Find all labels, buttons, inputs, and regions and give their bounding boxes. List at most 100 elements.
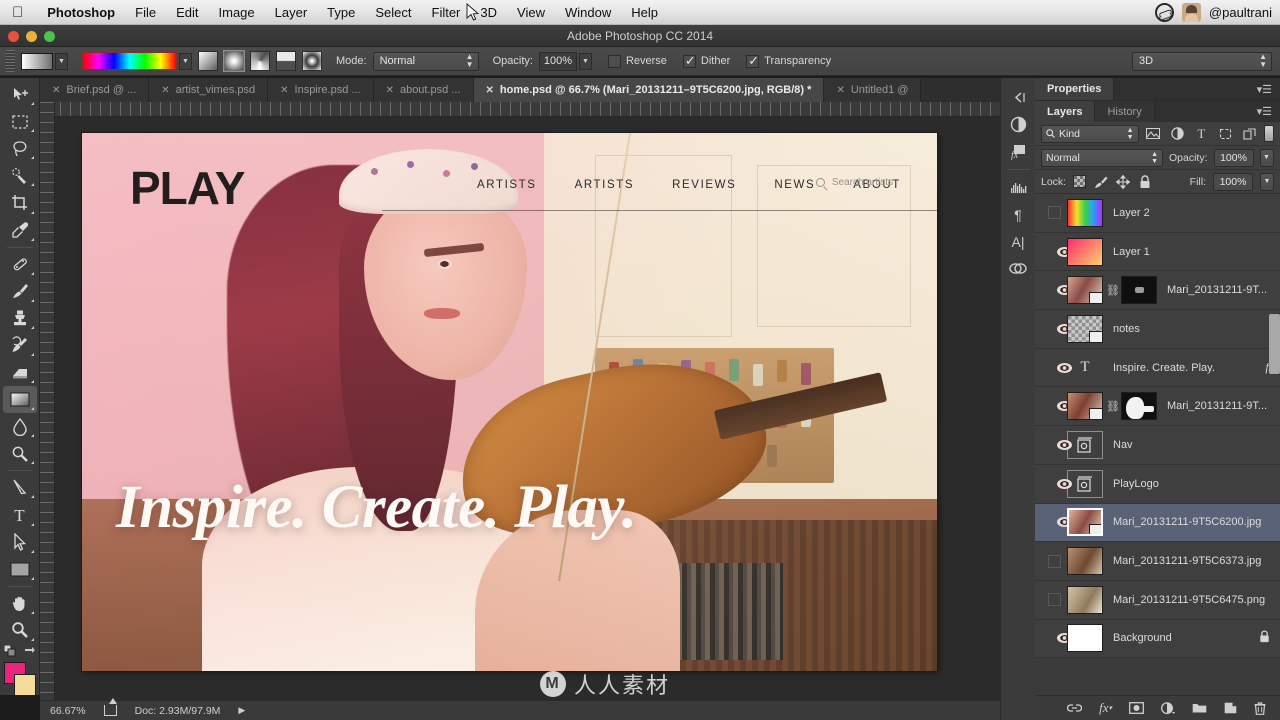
minimize-button[interactable]: [26, 31, 37, 42]
close-icon[interactable]: ✕: [486, 85, 494, 96]
menu-select[interactable]: Select: [365, 5, 421, 20]
layer-visibility-toggle[interactable]: [1041, 478, 1073, 489]
layer-row[interactable]: Mari_20131211-9T5C6373.jpg: [1035, 542, 1280, 581]
layer-visibility-toggle[interactable]: [1041, 323, 1073, 334]
paragraph-icon[interactable]: ¶: [1004, 201, 1033, 228]
share-icon[interactable]: [103, 698, 117, 716]
rectangle-tool[interactable]: [3, 556, 37, 583]
layer-row[interactable]: notes: [1035, 310, 1280, 349]
new-adjustment-layer-icon[interactable]: [1161, 701, 1175, 715]
layers-panel-menu-icon[interactable]: ▾☰: [1249, 101, 1280, 122]
layer-thumbnail[interactable]: [1067, 547, 1103, 576]
gradient-spectrum-swatch[interactable]: [82, 52, 177, 70]
move-tool[interactable]: [3, 81, 37, 108]
layer-row[interactable]: Mari_20131211-9T5C6475.png: [1035, 581, 1280, 620]
layer-visibility-toggle[interactable]: [1041, 633, 1073, 644]
layer-thumbnail[interactable]: [1067, 624, 1103, 653]
gradient-spectrum-chevron-down-icon[interactable]: ▼: [179, 52, 192, 70]
linear-gradient-button[interactable]: [198, 51, 218, 71]
document-tab[interactable]: ✕ Brief.psd @ ...: [40, 78, 150, 102]
canvas[interactable]: PLAY ARTISTS ARTISTS REVIEWS NEWS ABOUT …: [82, 133, 937, 671]
path-selection-tool[interactable]: [3, 529, 37, 556]
layer-name[interactable]: Mari_20131211-9T5C6373.jpg: [1113, 555, 1261, 567]
layer-opacity-input[interactable]: 100%: [1213, 148, 1254, 167]
link-mask-icon[interactable]: ⛓: [1106, 400, 1120, 413]
collapse-panels-icon[interactable]: [1004, 84, 1033, 111]
layer-name[interactable]: Inspire. Create. Play.: [1113, 362, 1215, 374]
layer-fill-input[interactable]: 100%: [1213, 172, 1253, 191]
menu-window[interactable]: Window: [555, 5, 621, 20]
avatar[interactable]: [1181, 2, 1201, 22]
pixel-filter-icon[interactable]: [1145, 125, 1163, 143]
properties-panel-menu-icon[interactable]: ▾☰: [1249, 78, 1280, 100]
eyedropper-tool[interactable]: [3, 217, 37, 244]
layer-visibility-toggle[interactable]: [1041, 439, 1073, 450]
layer-name[interactable]: notes: [1113, 323, 1140, 335]
layer-visibility-toggle[interactable]: [1041, 285, 1073, 296]
layer-name[interactable]: Layer 2: [1113, 207, 1150, 219]
nav-link-reviews[interactable]: REVIEWS: [672, 179, 736, 191]
layer-visibility-toggle[interactable]: [1041, 517, 1073, 528]
close-icon[interactable]: ✕: [52, 85, 60, 96]
layer-thumbnail[interactable]: [1067, 198, 1103, 227]
delete-layer-icon[interactable]: [1254, 701, 1266, 715]
layer-row[interactable]: T Inspire. Create. Play. fx: [1035, 349, 1280, 388]
menu-filter[interactable]: Filter: [422, 5, 471, 20]
menu-type[interactable]: Type: [317, 5, 365, 20]
pen-tool[interactable]: [3, 474, 37, 501]
layer-opacity-chevron-down-icon[interactable]: ▼: [1259, 148, 1274, 167]
menu-edit[interactable]: Edit: [166, 5, 208, 20]
layer-thumbnail[interactable]: [1067, 585, 1103, 614]
layer-visibility-toggle[interactable]: [1041, 593, 1067, 607]
lock-transparent-pixels-icon[interactable]: [1073, 175, 1087, 188]
tab-layers[interactable]: Layers: [1035, 101, 1096, 122]
menu-photoshop[interactable]: Photoshop: [37, 5, 125, 20]
layer-visibility-toggle[interactable]: [1041, 206, 1067, 220]
menu-layer[interactable]: Layer: [265, 5, 318, 20]
lock-image-pixels-brush-icon[interactable]: [1093, 174, 1108, 189]
background-color-swatch[interactable]: [13, 674, 36, 697]
layer-visibility-toggle[interactable]: [1041, 362, 1073, 373]
menu-help[interactable]: Help: [621, 5, 668, 20]
tab-properties[interactable]: Properties: [1035, 78, 1115, 100]
options-bar-grip[interactable]: [5, 50, 15, 72]
layer-name[interactable]: Nav: [1113, 439, 1133, 451]
filter-kind-select[interactable]: Kind ▲ ▼: [1041, 124, 1139, 143]
lasso-tool[interactable]: [3, 135, 37, 162]
swap-colors-icon[interactable]: [23, 645, 36, 658]
layer-thumbnail[interactable]: [1067, 314, 1103, 343]
smart-object-thumbnail[interactable]: [1067, 469, 1103, 498]
layer-row[interactable]: Nav: [1035, 426, 1280, 465]
gradient-preset-chevron-down-icon[interactable]: ▼: [55, 52, 68, 70]
reverse-checkbox[interactable]: [607, 54, 621, 68]
new-layer-icon[interactable]: [1224, 702, 1237, 714]
link-mask-icon[interactable]: ⛓: [1106, 284, 1120, 297]
user-handle[interactable]: @paultrani: [1209, 5, 1272, 20]
layer-thumbnail[interactable]: [1067, 392, 1103, 421]
menu-view[interactable]: View: [507, 5, 555, 20]
layer-row[interactable]: PlayLogo: [1035, 465, 1280, 504]
horizontal-type-tool[interactable]: T: [3, 501, 37, 528]
crop-tool[interactable]: [3, 189, 37, 216]
document-tab[interactable]: ✕ about.psd ...: [373, 78, 474, 102]
layer-name[interactable]: Mari_20131211-9T5C6200.jpg: [1113, 516, 1261, 528]
lock-all-icon[interactable]: [1137, 174, 1152, 189]
layer-name[interactable]: Background: [1113, 632, 1172, 644]
apple-logo-icon[interactable]: : [12, 5, 23, 20]
layer-name[interactable]: Mari_20131211-9T5C6475.png: [1113, 594, 1265, 606]
default-colors-icon[interactable]: [3, 644, 17, 658]
add-layer-mask-icon[interactable]: [1129, 702, 1144, 714]
layer-fill-chevron-down-icon[interactable]: ▼: [1260, 172, 1274, 191]
link-layers-icon[interactable]: [1067, 703, 1083, 713]
opacity-chevron-down-icon[interactable]: ▼: [578, 52, 592, 70]
histogram-icon[interactable]: [1004, 174, 1033, 201]
zoom-level[interactable]: 66.67%: [50, 705, 86, 717]
menu-file[interactable]: File: [125, 5, 166, 20]
layer-name[interactable]: PlayLogo: [1113, 478, 1159, 490]
eraser-tool[interactable]: [3, 359, 37, 386]
document-tab[interactable]: ✕ Untitled1 @: [824, 78, 922, 102]
smart-object-thumbnail[interactable]: [1067, 430, 1103, 459]
brush-tool[interactable]: [3, 278, 37, 305]
layer-visibility-toggle[interactable]: [1041, 554, 1067, 568]
diamond-gradient-button[interactable]: [302, 51, 322, 71]
